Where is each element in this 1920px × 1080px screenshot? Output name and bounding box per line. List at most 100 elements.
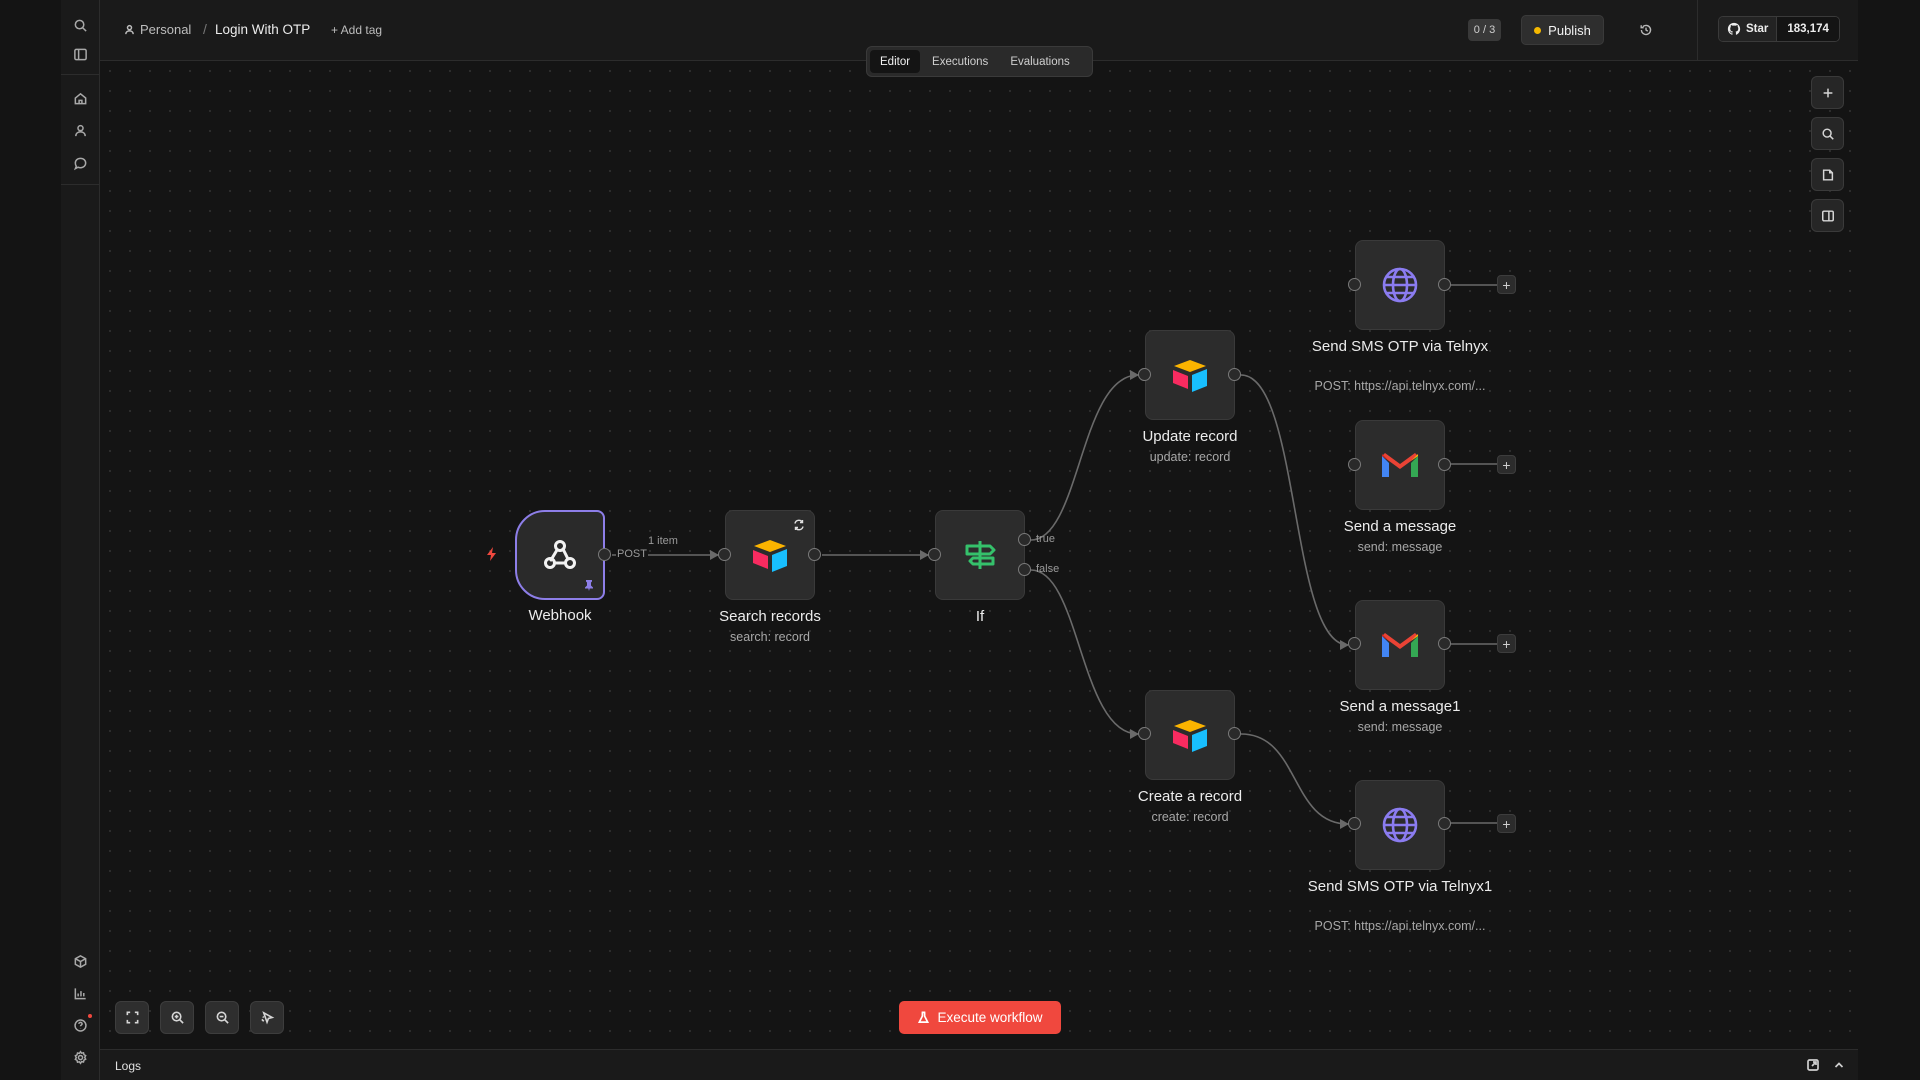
edge-item-count: 1 item [648, 535, 678, 547]
airtable-icon [753, 540, 787, 572]
add-node-button[interactable]: + [1497, 455, 1516, 474]
output-port[interactable] [1438, 458, 1451, 471]
node-subtitle: update: record [1149, 450, 1231, 464]
node-update-record[interactable] [1145, 330, 1235, 420]
input-port[interactable] [1138, 727, 1151, 740]
templates-icon[interactable] [69, 950, 91, 972]
node-create-record[interactable] [1145, 690, 1235, 780]
tab-editor[interactable]: Editor [870, 50, 921, 73]
add-node-button[interactable]: + [1497, 275, 1516, 294]
add-node-button[interactable]: + [1497, 634, 1516, 653]
output-port[interactable] [1438, 817, 1451, 830]
node-title: Send SMS OTP via Telnyx [1311, 338, 1489, 355]
zoom-in-button[interactable] [160, 1001, 194, 1034]
globe-icon [1382, 807, 1418, 843]
output-port[interactable] [1438, 637, 1451, 650]
add-tag-button[interactable]: + Add tag [331, 23, 382, 37]
airtable-icon [1173, 720, 1207, 752]
workflow-name[interactable]: Login With OTP [215, 22, 310, 37]
logs-label: Logs [115, 1059, 142, 1073]
breadcrumb-separator: / [203, 21, 207, 37]
home-icon[interactable] [69, 87, 91, 109]
node-title: Send a message [1343, 518, 1457, 535]
globe-icon [1382, 267, 1418, 303]
publish-label: Publish [1548, 22, 1591, 38]
tab-executions[interactable]: Executions [922, 50, 998, 73]
project-name: Personal [140, 22, 192, 37]
node-subtitle: send: message [1357, 540, 1443, 554]
sidebar-divider [61, 74, 99, 75]
add-node-button[interactable]: + [1497, 814, 1516, 833]
publish-button[interactable]: Publish [1521, 15, 1604, 45]
sidebar-toggle-icon[interactable] [69, 43, 91, 65]
trigger-bolt-icon [487, 547, 496, 561]
output-port[interactable] [1228, 368, 1241, 381]
node-title: Send a message1 [1339, 698, 1461, 715]
execute-workflow-label: Execute workflow [937, 1010, 1043, 1025]
search-nodes-button[interactable] [1811, 117, 1844, 150]
output-port[interactable] [1438, 278, 1451, 291]
node-title: Create a record [1137, 788, 1243, 805]
gmail-icon [1382, 453, 1418, 477]
view-tabs: Editor Executions Evaluations [866, 46, 1093, 77]
output-port[interactable] [808, 548, 821, 561]
node-title: Search records [719, 608, 821, 625]
sidebar-divider [61, 184, 99, 185]
status-dot [1534, 26, 1542, 34]
node-subtitle: create: record [1151, 810, 1229, 824]
input-port[interactable] [1348, 278, 1361, 291]
node-subtitle: POST: https://api.telnyx.com/... [1314, 919, 1486, 933]
notification-dot [88, 1014, 92, 1018]
sticky-note-button[interactable] [1811, 158, 1844, 191]
node-subtitle: POST: https://api.telnyx.com/... [1314, 379, 1486, 393]
add-node-toolbar-button[interactable] [1811, 76, 1844, 109]
refresh-icon [794, 519, 804, 531]
node-title: If [975, 608, 985, 625]
node-send-message1[interactable] [1355, 600, 1445, 690]
search-icon[interactable] [69, 14, 91, 36]
chat-icon[interactable] [69, 152, 91, 174]
zoom-out-button[interactable] [205, 1001, 239, 1034]
output-port[interactable] [598, 548, 611, 561]
node-send-sms-telnyx1[interactable] [1355, 780, 1445, 870]
input-port[interactable] [1348, 458, 1361, 471]
tidy-up-button[interactable] [250, 1001, 284, 1034]
github-star-button[interactable]: Star 183,174 [1718, 16, 1840, 42]
input-port[interactable] [1138, 368, 1151, 381]
node-title: Send SMS OTP via Telnyx1 [1307, 878, 1493, 895]
outer-gutter-left [0, 0, 61, 1080]
input-port[interactable] [718, 548, 731, 561]
zoom-to-fit-button[interactable] [115, 1001, 149, 1034]
input-port[interactable] [1348, 637, 1361, 650]
airtable-icon [1173, 360, 1207, 392]
settings-gear-icon[interactable] [69, 1046, 91, 1068]
user-icon[interactable] [69, 119, 91, 141]
logs-panel-bar[interactable]: Logs [100, 1049, 1858, 1080]
node-send-message[interactable] [1355, 420, 1445, 510]
node-title: Webhook [528, 607, 592, 624]
active-counter-badge: 0 / 3 [1468, 19, 1501, 41]
insights-chart-icon[interactable] [69, 982, 91, 1004]
output-label-true: true [1036, 533, 1055, 545]
github-icon [1727, 22, 1741, 35]
execute-workflow-button[interactable]: Execute workflow [899, 1001, 1061, 1034]
node-if[interactable] [935, 510, 1025, 600]
output-port-true[interactable] [1018, 533, 1031, 546]
node-subtitle: search: record [730, 630, 810, 644]
history-icon[interactable] [1636, 20, 1656, 40]
tab-evaluations[interactable]: Evaluations [1000, 50, 1079, 73]
output-port-false[interactable] [1018, 563, 1031, 576]
node-subtitle: send: message [1357, 720, 1443, 734]
pop-out-icon[interactable] [1806, 1058, 1820, 1072]
webhook-icon [544, 540, 576, 569]
toggle-panel-button[interactable] [1811, 199, 1844, 232]
github-star-label: Star [1746, 23, 1769, 35]
breadcrumb-project[interactable]: Personal [124, 22, 191, 37]
chevron-up-icon[interactable] [1832, 1058, 1846, 1072]
input-port[interactable] [1348, 817, 1361, 830]
user-icon [125, 24, 134, 35]
input-port[interactable] [928, 548, 941, 561]
node-send-sms-telnyx[interactable] [1355, 240, 1445, 330]
node-title: Update record [1142, 428, 1238, 445]
output-port[interactable] [1228, 727, 1241, 740]
